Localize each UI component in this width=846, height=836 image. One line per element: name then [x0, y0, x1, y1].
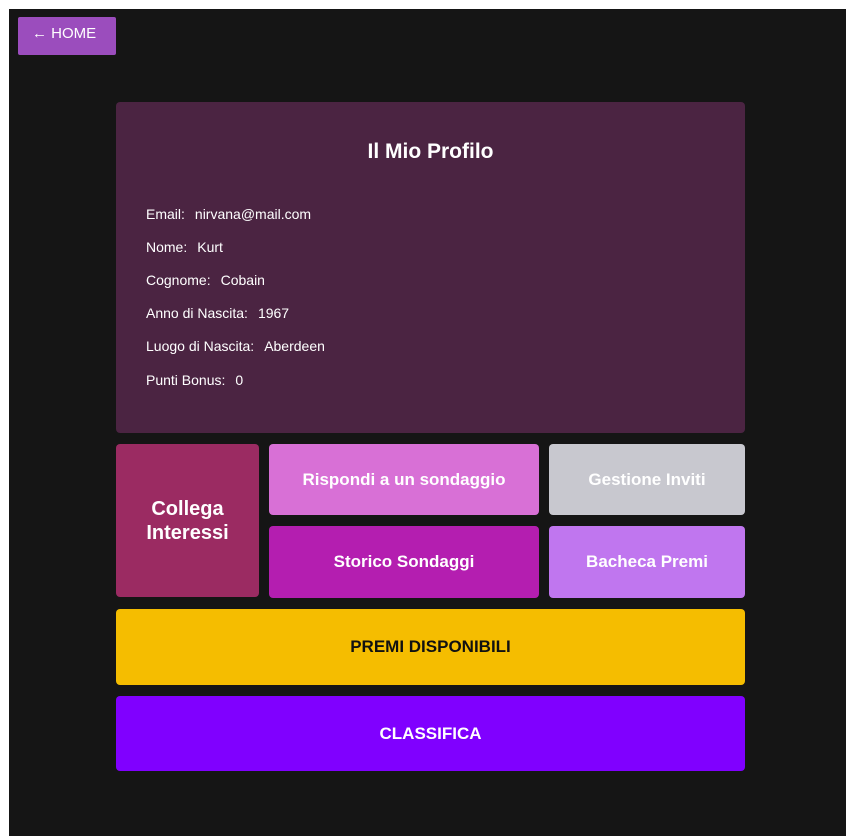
collega-interessi-button[interactable]: Collega Interessi: [116, 444, 259, 597]
home-button[interactable]: ← HOME: [18, 17, 116, 55]
field-value: Kurt: [197, 239, 223, 255]
profile-field-anno-nascita: Anno di Nascita: 1967: [146, 305, 289, 321]
field-label: Nome:: [146, 239, 188, 255]
collega-label-line1: Collega: [151, 497, 224, 520]
field-label: Luogo di Nascita:: [146, 338, 255, 354]
profile-field-nome: Nome: Kurt: [146, 239, 223, 255]
profile-field-luogo-nascita: Luogo di Nascita: Aberdeen: [146, 338, 325, 354]
bacheca-premi-button[interactable]: Bacheca Premi: [549, 526, 745, 598]
premi-disponibili-button[interactable]: PREMI DISPONIBILI: [116, 609, 745, 685]
field-value: 1967: [257, 305, 290, 321]
profile-card: Il Mio Profilo Email: nirvana@mail.com No…: [116, 102, 745, 433]
field-value: 0: [235, 372, 244, 388]
classifica-button[interactable]: CLASSIFICA: [116, 696, 745, 771]
profile-field-punti-bonus: Punti Bonus: 0: [146, 372, 243, 388]
field-label: Anno di Nascita:: [146, 305, 248, 321]
field-value: Aberdeen: [264, 338, 325, 354]
field-value: nirvana@mail.com: [194, 206, 312, 222]
profile-field-email: Email: nirvana@mail.com: [146, 206, 311, 222]
storico-sondaggi-button[interactable]: Storico Sondaggi: [269, 526, 539, 598]
field-label: Email:: [146, 206, 185, 222]
field-label: Cognome:: [146, 272, 211, 288]
field-label: Punti Bonus:: [146, 372, 226, 388]
rispondi-sondaggio-button[interactable]: Rispondi a un sondaggio: [269, 444, 539, 515]
profile-field-cognome: Cognome: Cobain: [146, 272, 265, 288]
gestione-inviti-button[interactable]: Gestione Inviti: [549, 444, 745, 515]
collega-label-line2: Interessi: [146, 521, 229, 544]
profile-title: Il Mio Profilo: [367, 140, 494, 163]
field-value: Cobain: [220, 272, 265, 288]
